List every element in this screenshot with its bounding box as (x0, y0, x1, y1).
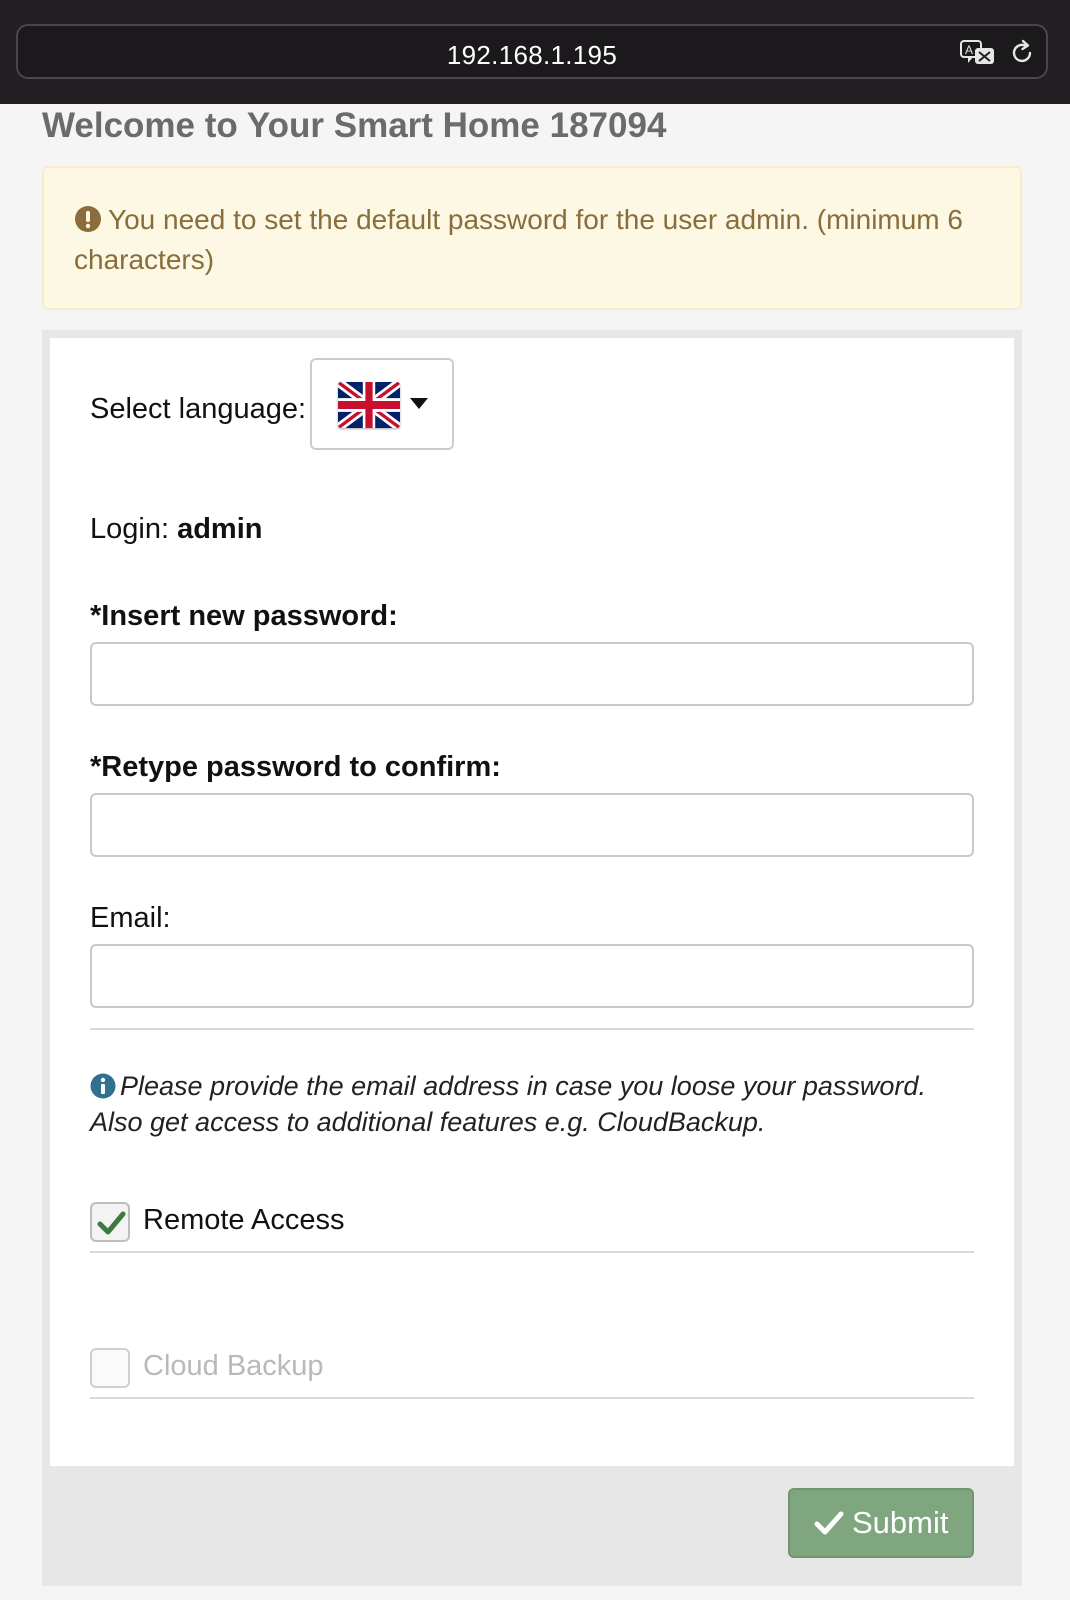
reload-icon[interactable] (1008, 39, 1036, 67)
divider (90, 1028, 974, 1030)
address-bar[interactable]: 192.168.1.195 A (16, 24, 1048, 79)
remote-access-label: Remote Access (143, 1204, 345, 1236)
email-input[interactable] (90, 944, 974, 1008)
check-icon (814, 1511, 844, 1535)
login-label: Login: (90, 513, 170, 545)
cloud-backup-option[interactable]: Cloud Backup (90, 1348, 490, 1392)
remote-access-checkbox[interactable] (90, 1202, 130, 1242)
divider (90, 1397, 974, 1399)
cloud-backup-label: Cloud Backup (143, 1350, 324, 1382)
submit-button[interactable]: Submit (788, 1488, 974, 1558)
url-text[interactable]: 192.168.1.195 (18, 40, 1046, 71)
setup-form: Select language: Login: admin *Insert ne… (42, 330, 1022, 1586)
form-panel: Select language: Login: admin *Insert ne… (50, 338, 1014, 1466)
confirm-password-label: *Retype password to confirm: (90, 751, 501, 783)
remote-access-option[interactable]: Remote Access (90, 1202, 490, 1246)
login-value: admin (177, 513, 263, 545)
exclamation-circle-icon (75, 206, 101, 232)
check-icon (97, 1211, 126, 1235)
new-password-label: *Insert new password: (90, 600, 398, 632)
language-label: Select language: (90, 393, 307, 425)
confirm-password-input[interactable] (90, 793, 974, 857)
submit-label: Submit (852, 1505, 949, 1540)
password-warning-alert: You need to set the default password for… (42, 166, 1022, 310)
new-password-input[interactable] (90, 642, 974, 706)
svg-text:A: A (965, 43, 973, 57)
alert-message: You need to set the default password for… (74, 204, 963, 275)
translate-icon[interactable]: A (960, 39, 996, 67)
divider (90, 1251, 974, 1253)
email-info-text: Please provide the email address in case… (90, 1071, 926, 1137)
chevron-down-icon (410, 398, 428, 409)
uk-flag-icon (338, 382, 400, 428)
info-circle-icon (90, 1073, 116, 1099)
login-info: Login: admin (90, 513, 262, 546)
cloud-backup-checkbox[interactable] (90, 1348, 130, 1388)
browser-toolbar: 192.168.1.195 A (0, 0, 1070, 104)
language-select[interactable] (310, 358, 454, 450)
email-label: Email: (90, 902, 171, 934)
email-info-note: Please provide the email address in case… (90, 1068, 974, 1140)
page-title: Welcome to Your Smart Home 187094 (42, 106, 667, 145)
